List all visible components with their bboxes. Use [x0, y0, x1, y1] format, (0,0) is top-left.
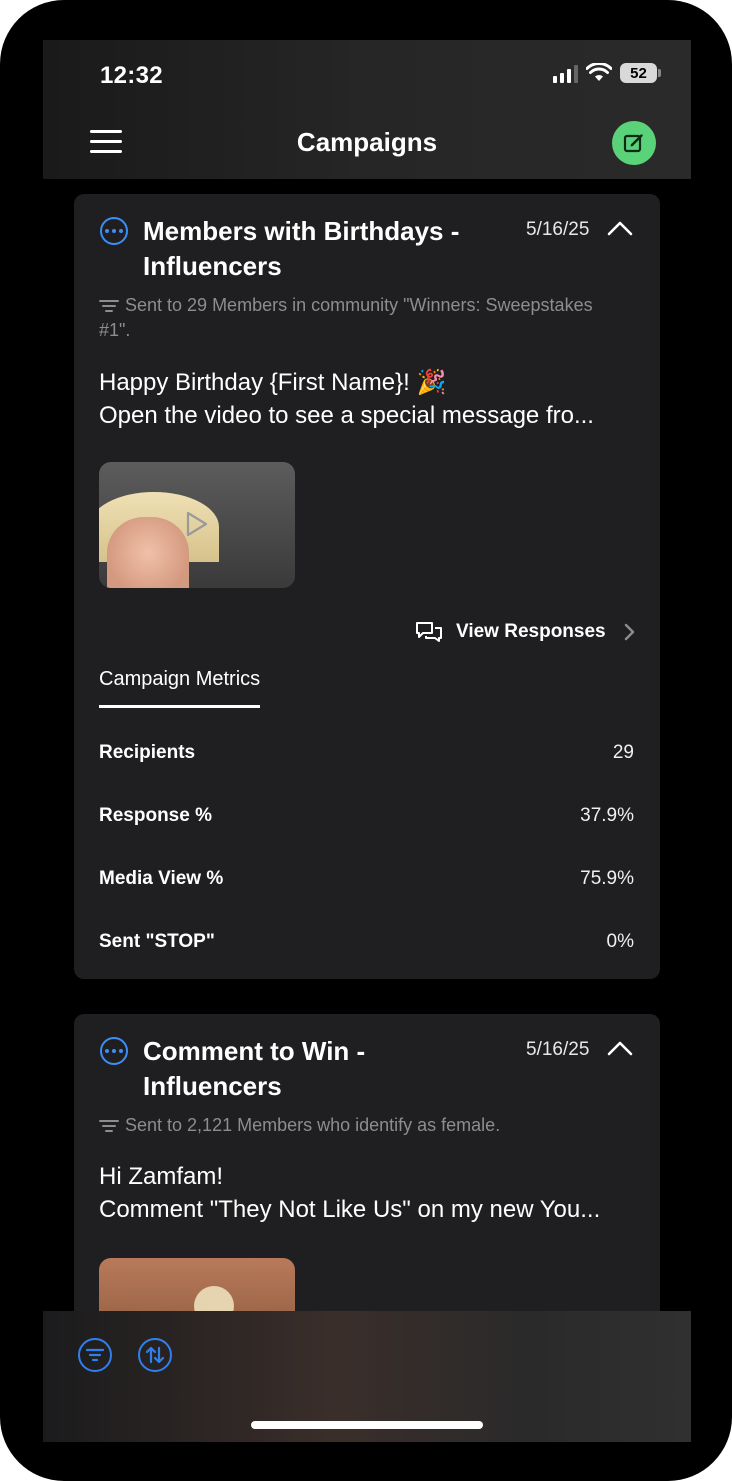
audience-text: Sent to 29 Members in community "Winners… — [99, 295, 593, 340]
video-thumbnail[interactable] — [99, 462, 295, 588]
campaign-message: Happy Birthday {First Name}! 🎉 Open the … — [99, 366, 639, 432]
metric-label: Recipients — [99, 742, 196, 763]
collapse-chevron-icon[interactable] — [607, 220, 633, 236]
app-screen: 12:32 52 Campaigns Members with Birthday… — [43, 40, 691, 1442]
message-line: Happy Birthday {First Name}! 🎉 — [99, 369, 447, 396]
message-line: Open the video to see a special message … — [99, 402, 594, 429]
app-header: 12:32 52 Campaigns — [43, 40, 691, 179]
campaign-message: Hi Zamfam! Comment "They Not Like Us" on… — [99, 1160, 639, 1226]
device-bezel: 12:32 52 Campaigns Members with Birthday… — [0, 0, 732, 1481]
campaign-date: 5/16/25 — [526, 219, 590, 240]
page-title: Campaigns — [296, 127, 438, 157]
status-time: 12:32 — [100, 62, 163, 89]
video-thumbnail[interactable] — [99, 1258, 295, 1318]
campaign-date: 5/16/25 — [526, 1039, 590, 1060]
sort-button[interactable] — [138, 1338, 172, 1372]
metric-value: 37.9% — [580, 805, 634, 826]
bottom-toolbar — [43, 1311, 691, 1442]
campaign-audience: Sent to 29 Members in community "Winners… — [99, 293, 619, 343]
metric-value: 29 — [612, 742, 634, 763]
filter-lines-icon — [99, 300, 119, 313]
metric-value: 75.9% — [580, 868, 634, 889]
view-responses-link[interactable]: View Responses — [414, 620, 636, 644]
filter-button[interactable] — [78, 1338, 112, 1372]
compose-button[interactable] — [612, 121, 656, 165]
metric-label: Media View % — [99, 868, 224, 889]
more-options-icon[interactable] — [100, 1037, 128, 1065]
play-icon — [186, 511, 208, 537]
campaign-audience: Sent to 2,121 Members who identify as fe… — [99, 1113, 619, 1138]
campaign-card[interactable]: Members with Birthdays - Influencers 5/1… — [74, 194, 660, 979]
view-responses-label: View Responses — [456, 621, 606, 642]
filter-icon — [86, 1348, 104, 1362]
chat-bubbles-icon — [416, 622, 442, 642]
metric-row: Media View % 75.9% — [99, 868, 634, 890]
tab-campaign-metrics[interactable]: Campaign Metrics — [99, 668, 261, 708]
campaign-title: Members with Birthdays - Influencers — [143, 216, 460, 281]
chevron-right-icon — [624, 623, 634, 641]
collapse-chevron-icon[interactable] — [607, 1040, 633, 1056]
more-options-icon[interactable] — [100, 217, 128, 245]
metric-label: Sent "STOP" — [99, 931, 215, 952]
compose-icon — [623, 134, 643, 153]
wifi-icon — [586, 63, 612, 81]
message-line: Comment "They Not Like Us" on my new You… — [99, 1196, 601, 1223]
thumbnail-face — [107, 517, 189, 588]
home-indicator[interactable] — [251, 1421, 483, 1429]
metric-row: Recipients 29 — [99, 742, 634, 764]
metric-value: 0% — [606, 931, 634, 952]
message-line: Hi Zamfam! — [99, 1163, 224, 1190]
cellular-signal-icon — [553, 63, 578, 83]
campaign-title: Comment to Win - Influencers — [143, 1036, 366, 1101]
battery-icon: 52 — [620, 63, 661, 83]
status-indicators: 52 — [553, 63, 661, 83]
metric-row: Sent "STOP" 0% — [99, 931, 634, 953]
metric-row: Response % 37.9% — [99, 805, 634, 827]
audience-text: Sent to 2,121 Members who identify as fe… — [125, 1115, 501, 1135]
metric-label: Response % — [99, 805, 212, 826]
sort-arrows-icon — [145, 1346, 165, 1364]
filter-lines-icon — [99, 1120, 119, 1133]
